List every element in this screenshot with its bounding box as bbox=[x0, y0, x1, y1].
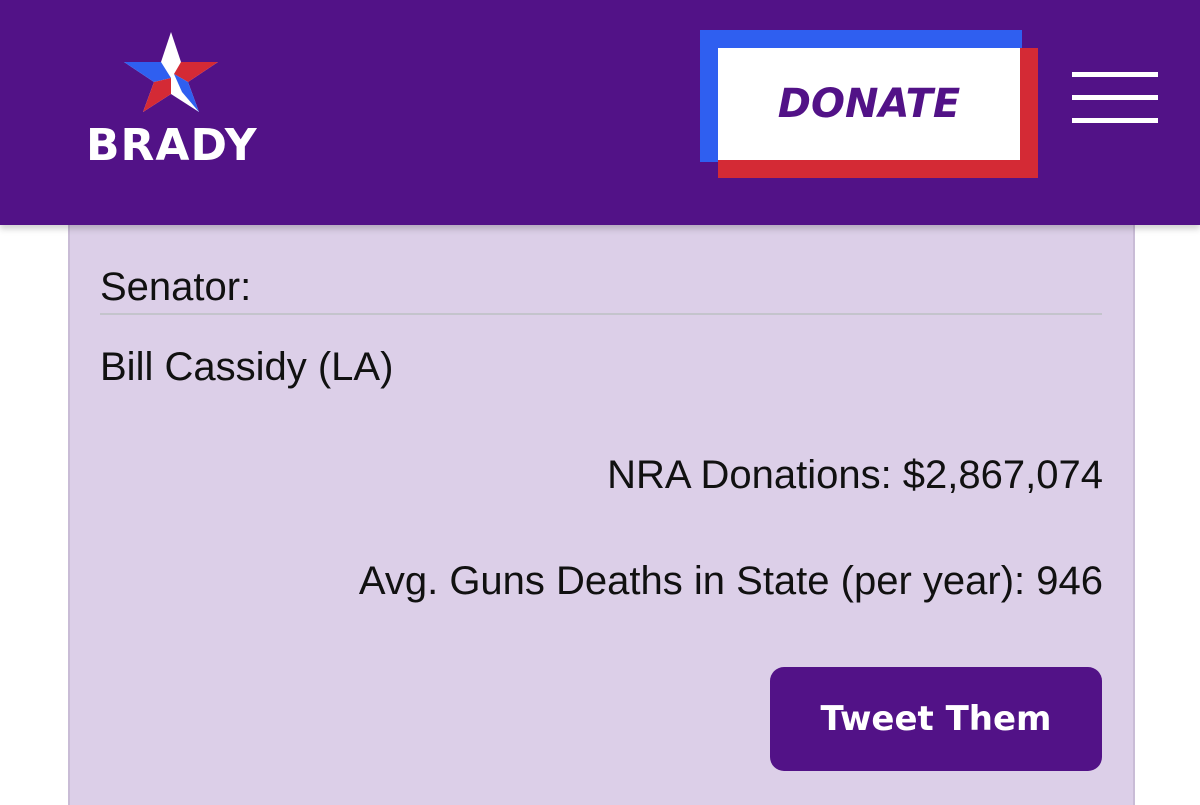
menu-bar bbox=[1072, 72, 1158, 77]
tweet-them-button[interactable]: Tweet Them bbox=[770, 667, 1102, 771]
hamburger-menu-icon[interactable] bbox=[1072, 72, 1160, 128]
star-icon bbox=[124, 32, 218, 112]
senator-label: Senator: bbox=[100, 265, 252, 309]
brady-logo[interactable]: BRADY bbox=[86, 32, 258, 172]
donate-button-frame: DONATE bbox=[700, 30, 1040, 180]
menu-bar bbox=[1072, 118, 1158, 123]
logo-wordmark: BRADY bbox=[86, 120, 258, 171]
nra-donations-text: NRA Donations: $2,867,074 bbox=[607, 453, 1103, 497]
donate-button[interactable]: DONATE bbox=[718, 48, 1020, 160]
site-header: BRADY DONATE bbox=[0, 0, 1200, 225]
senator-name: Bill Cassidy (LA) bbox=[100, 345, 394, 389]
senator-card: Senator: Bill Cassidy (LA) NRA Donations… bbox=[68, 205, 1135, 805]
menu-bar bbox=[1072, 95, 1158, 100]
gun-deaths-text: Avg. Guns Deaths in State (per year): 94… bbox=[358, 559, 1103, 603]
senator-label-row: Senator: bbox=[100, 263, 1102, 315]
